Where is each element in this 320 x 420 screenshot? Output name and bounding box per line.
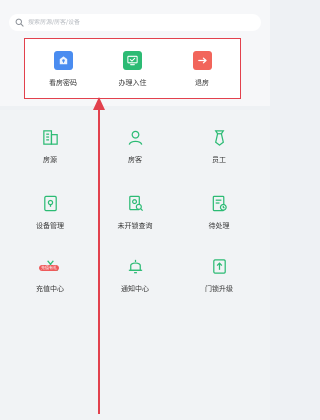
notification-bell-icon [125, 256, 145, 276]
lock-upgrade-icon [209, 256, 229, 276]
grid-item-recharge-center[interactable]: 充值有礼 充值中心 [5, 256, 95, 302]
grid-item-lock-upgrade[interactable]: 门锁升级 [174, 256, 264, 302]
checkin-monitor-icon [123, 51, 142, 70]
grid-label-pending: 待处理 [208, 222, 230, 230]
building-icon [40, 127, 60, 147]
search-icon [15, 18, 24, 27]
staff-tie-icon [209, 127, 229, 147]
device-lock-icon [40, 193, 60, 213]
grid-item-notification-center[interactable]: 通知中心 [90, 256, 180, 302]
grid-label-recharge-center: 充值中心 [36, 285, 64, 293]
grid-item-pending[interactable]: 待处理 [174, 193, 264, 239]
grid-label-guests: 房客 [128, 156, 142, 164]
search-bar[interactable] [9, 14, 261, 31]
check-in-label: 办理入住 [118, 79, 147, 87]
grid-item-guests[interactable]: 房客 [90, 127, 180, 173]
grid-item-device-management[interactable]: 设备管理 [5, 193, 95, 239]
grid-label-unopened-lock-query: 未开锁查询 [117, 222, 153, 230]
grid-label-notification-center: 通知中心 [121, 285, 149, 293]
check-in-button[interactable]: 办理入住 [107, 39, 159, 98]
function-grid: 房源 房客 员工 设备管理 未开锁查询 待处理 充值有礼 充值中心 通知中心 门… [0, 110, 270, 420]
key-icon [53, 51, 73, 70]
grid-item-staff[interactable]: 员工 [174, 127, 264, 173]
top-area: 看房密码 办理入住 退房 [0, 0, 270, 106]
checkout-arrow-icon [192, 51, 212, 70]
check-out-button[interactable]: 退房 [176, 39, 228, 98]
grid-label-device-management: 设备管理 [36, 222, 64, 230]
view-password-button[interactable]: 看房密码 [37, 39, 89, 98]
search-input[interactable] [28, 19, 228, 26]
grid-label-staff: 员工 [212, 156, 226, 164]
grid-item-listings[interactable]: 房源 [5, 127, 95, 173]
unopened-lock-query-icon [125, 193, 145, 213]
guest-person-icon [125, 127, 145, 147]
pending-tasks-icon [209, 193, 229, 213]
check-out-label: 退房 [195, 79, 209, 87]
promo-badge: 充值有礼 [39, 265, 59, 271]
grid-item-unopened-lock-query[interactable]: 未开锁查询 [90, 193, 180, 239]
quick-actions-panel: 看房密码 办理入住 退房 [24, 38, 241, 99]
grid-label-listings: 房源 [43, 156, 57, 164]
view-password-label: 看房密码 [49, 79, 77, 87]
grid-label-lock-upgrade: 门锁升级 [205, 285, 233, 293]
